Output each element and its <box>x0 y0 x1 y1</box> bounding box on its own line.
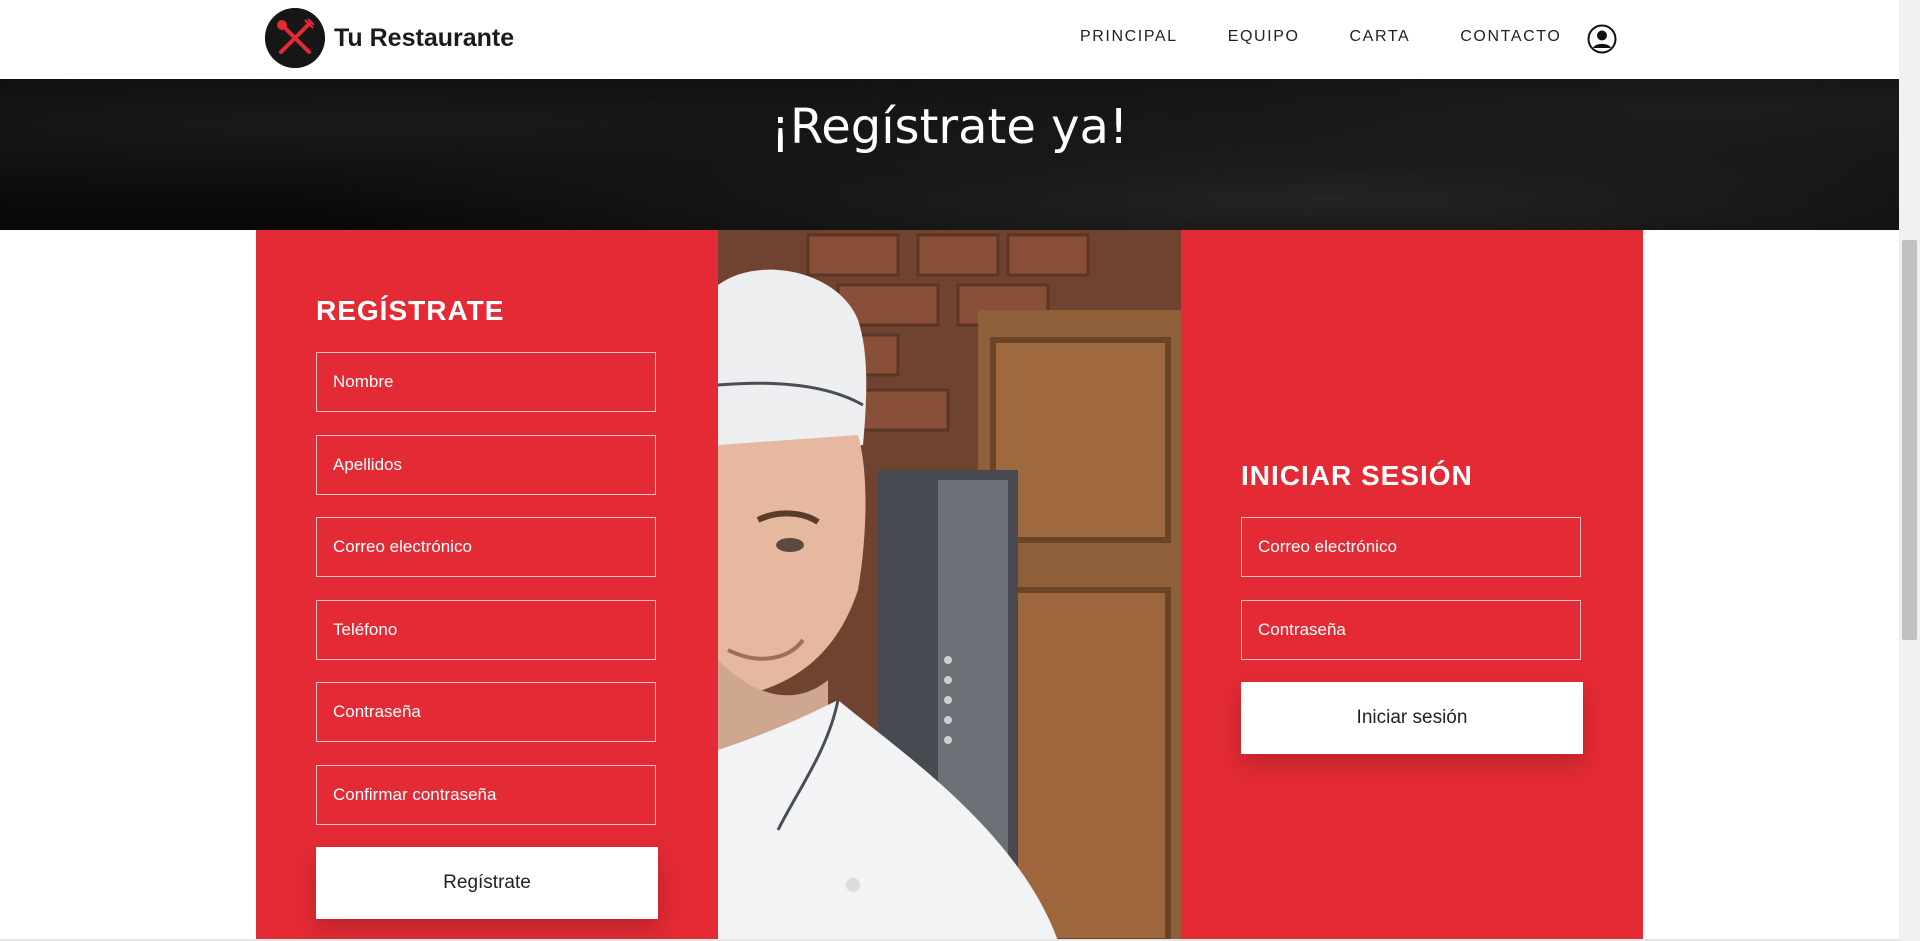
nav-item-contacto[interactable]: CONTACTO <box>1460 28 1561 46</box>
login-title: INICIAR SESIÓN <box>1241 460 1473 491</box>
name-field[interactable] <box>316 352 656 412</box>
brand-name: Tu Restaurante <box>334 23 515 52</box>
hero-banner: ¡Regístrate ya! <box>0 79 1899 230</box>
top-navbar: Tu Restaurante PRINCIPAL EQUIPO CARTA CO… <box>0 0 1899 79</box>
register-panel: REGÍSTRATE Regístrate <box>256 230 718 941</box>
nav-item-principal[interactable]: PRINCIPAL <box>1080 28 1178 46</box>
surname-field[interactable] <box>316 435 656 495</box>
nav-item-carta[interactable]: CARTA <box>1350 28 1411 46</box>
main-nav: PRINCIPAL EQUIPO CARTA CONTACTO <box>1080 28 1611 46</box>
login-password-field[interactable] <box>1241 600 1581 660</box>
chef-photo <box>718 230 1181 941</box>
register-title: REGÍSTRATE <box>316 295 505 326</box>
phone-field[interactable] <box>316 600 656 660</box>
confirm-password-field[interactable] <box>316 765 656 825</box>
register-password-field[interactable] <box>316 682 656 742</box>
register-button[interactable]: Regístrate <box>316 847 658 919</box>
login-button[interactable]: Iniciar sesión <box>1241 682 1583 754</box>
register-email-field[interactable] <box>316 517 656 577</box>
login-email-field[interactable] <box>1241 517 1581 577</box>
restaurant-logo-icon <box>265 8 325 68</box>
user-circle-icon[interactable] <box>1587 24 1617 54</box>
nav-item-equipo[interactable]: EQUIPO <box>1228 28 1300 46</box>
login-panel: INICIAR SESIÓN Iniciar sesión <box>1181 230 1643 941</box>
scrollbar-thumb[interactable] <box>1902 240 1917 640</box>
brand[interactable]: Tu Restaurante <box>265 8 514 68</box>
hero-title: ¡Regístrate ya! <box>770 99 1129 155</box>
